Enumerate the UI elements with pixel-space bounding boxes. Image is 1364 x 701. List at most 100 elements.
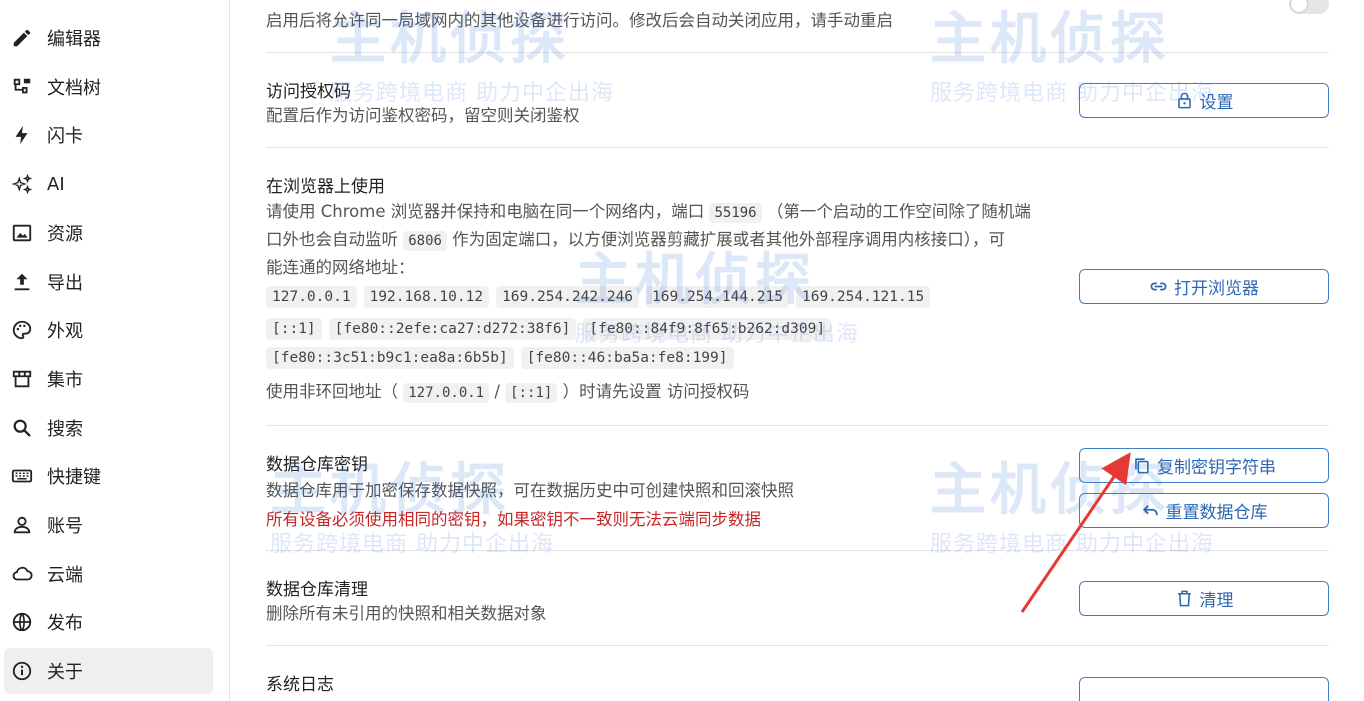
undo-icon [1142,505,1158,516]
repo-key-desc: 数据仓库用于加密保存数据快照，可在数据历史中可创建快照和回滚快照 [266,481,794,500]
fixed-port-code: 6806 [403,231,447,251]
sidebar-item-appearance[interactable]: 外观 [4,307,213,353]
sidebar-item-keymap[interactable]: 快捷键 [4,453,213,499]
sidebar-item-label: 发布 [47,613,83,634]
sidebar-item-label: 资源 [47,224,83,245]
palette-icon [10,318,34,342]
browser-note: 使用非环回地址（ 127.0.0.1 / [::1] ）时请先设置 访问授权码 [266,378,749,407]
sidebar-item-assets[interactable]: 资源 [4,210,213,256]
trash-icon [1177,590,1191,607]
divider [266,52,1329,53]
lan-access-toggle[interactable] [1289,0,1329,14]
address-code: [fe80::3c51:b9c1:ea8a:6b5b] [266,347,514,369]
repo-key-title: 数据仓库密钥 [266,455,368,475]
repo-key-warning: 所有设备必须使用相同的密钥，如果密钥不一致则无法云端同步数据 [266,510,761,529]
lan-access-desc: 启用后将允许同一局域网内的其他设备进行访问。修改后会自动关闭应用，请手动重启 [266,11,893,30]
repo-purge-title: 数据仓库清理 [266,580,368,600]
browser-desc-text: 请使用 Chrome 浏览器并保持和电脑在同一个网络内，端口 [266,202,705,221]
address-code: [fe80::2efe:ca27:d272:38f6] [328,318,577,340]
divider [266,550,1329,551]
sidebar-item-marketplace[interactable]: 集市 [4,356,213,402]
sidebar-item-label: 集市 [47,370,83,391]
loopback-code: [::1] [505,383,558,403]
sidebar-item-account[interactable]: 账号 [4,502,213,548]
sidebar-item-search[interactable]: 搜索 [4,405,213,451]
sidebar-item-doctree[interactable]: 文档树 [4,64,213,110]
sidebar-item-label: AI [47,173,65,195]
sidebar-item-label: 账号 [47,516,83,537]
store-icon [10,367,34,391]
browser-note-text: ）时请先设置 访问授权码 [562,382,750,401]
sidebar-item-export[interactable]: 导出 [4,259,213,305]
sidebar-item-publish[interactable]: 发布 [4,599,213,645]
open-browser-label: 打开浏览器 [1174,279,1259,299]
cloud-icon [10,562,34,586]
copy-key-button[interactable]: 复制密钥字符串 [1079,448,1329,483]
syslog-button[interactable] [1079,677,1329,701]
user-icon [10,513,34,537]
divider [266,425,1329,426]
purge-label: 清理 [1199,591,1234,611]
sidebar-item-label: 编辑器 [47,29,101,50]
sidebar-item-label: 外观 [47,321,83,342]
sidebar-item-label: 快捷键 [47,467,101,488]
info-icon [10,659,34,683]
reset-repo-label: 重置数据仓库 [1165,503,1268,523]
browser-desc-text: （第一个启动的工作空间除了随机端 [766,202,1031,221]
keyboard-icon [10,464,34,488]
port-code: 55196 [709,203,762,223]
pencil-icon [10,26,34,50]
sidebar-item-label: 云端 [47,565,83,586]
settings-panel: 启用后将允许同一局域网内的其他设备进行访问。修改后会自动关闭应用，请手动重启 访… [231,0,1364,701]
sidebar-item-label: 关于 [47,662,83,683]
browser-desc-line3: 能连通的网络地址： [266,258,415,277]
lock-icon [1177,92,1191,109]
loopback-code: 127.0.0.1 [403,383,490,403]
reset-repo-button[interactable]: 重置数据仓库 [1079,493,1329,528]
address-code: [::1] [266,318,322,340]
auth-code-desc: 配置后作为访问鉴权密码，留空则关闭鉴权 [266,106,580,125]
sidebar-item-editor[interactable]: 编辑器 [4,15,213,61]
address-list-line2: [::1] [fe80::2efe:ca27:d272:38f6] [fe80:… [266,318,832,340]
address-code: 192.168.10.12 [363,286,490,308]
browser-note-sep: / [494,382,500,401]
tree-icon [10,75,34,99]
address-list-line3: [fe80::3c51:b9c1:ea8a:6b5b] [fe80::46:ba… [266,347,734,369]
sidebar-item-ai[interactable]: AI [4,161,213,207]
auth-code-set-button[interactable]: 设置 [1079,83,1329,118]
copy-key-label: 复制密钥字符串 [1157,458,1276,478]
address-code: 169.254.144.215 [646,286,789,308]
link-icon [1150,282,1167,291]
browser-desc-line2: 口外也会自动监听 6806 作为固定端口，以方便浏览器剪藏扩展或者其他外部程序调… [266,226,1005,255]
purge-button[interactable]: 清理 [1079,581,1329,616]
browser-title: 在浏览器上使用 [266,177,385,197]
auth-code-set-label: 设置 [1199,93,1234,113]
address-code: 169.254.121.15 [795,286,931,308]
sidebar: 编辑器 文档树 闪卡 AI 资源 导出 外观 集市 搜索 快捷键 账号 云端 发… [0,0,230,701]
auth-code-title: 访问授权码 [266,82,351,102]
sidebar-item-label: 文档树 [47,78,101,99]
sidebar-item-cloud[interactable]: 云端 [4,551,213,597]
sidebar-item-label: 搜索 [47,419,83,440]
upload-icon [10,270,34,294]
divider [266,147,1329,148]
lightning-icon [10,123,34,147]
sidebar-item-flashcard[interactable]: 闪卡 [4,112,213,158]
syslog-title: 系统日志 [266,675,334,695]
browser-desc-line1: 请使用 Chrome 浏览器并保持和电脑在同一个网络内，端口 55196 （第一… [266,198,1031,227]
search-icon [10,416,34,440]
sidebar-item-label: 闪卡 [47,126,83,147]
globe-icon [10,610,34,634]
repo-purge-desc: 删除所有未引用的快照和相关数据对象 [266,604,547,623]
open-browser-button[interactable]: 打开浏览器 [1079,269,1329,304]
divider [266,645,1329,646]
address-list-line1: 127.0.0.1 192.168.10.12 169.254.242.246 … [266,286,931,308]
address-code: 127.0.0.1 [266,286,357,308]
address-code: 169.254.242.246 [496,286,640,308]
copy-icon [1135,458,1149,474]
sidebar-item-about[interactable]: 关于 [4,648,213,694]
sidebar-item-label: 导出 [47,273,83,294]
browser-desc-text: 口外也会自动监听 [266,230,398,249]
address-code: [fe80::46:ba5a:fe8:199] [520,347,734,369]
address-code: [fe80::84f9:8f65:b262:d309] [583,318,832,340]
